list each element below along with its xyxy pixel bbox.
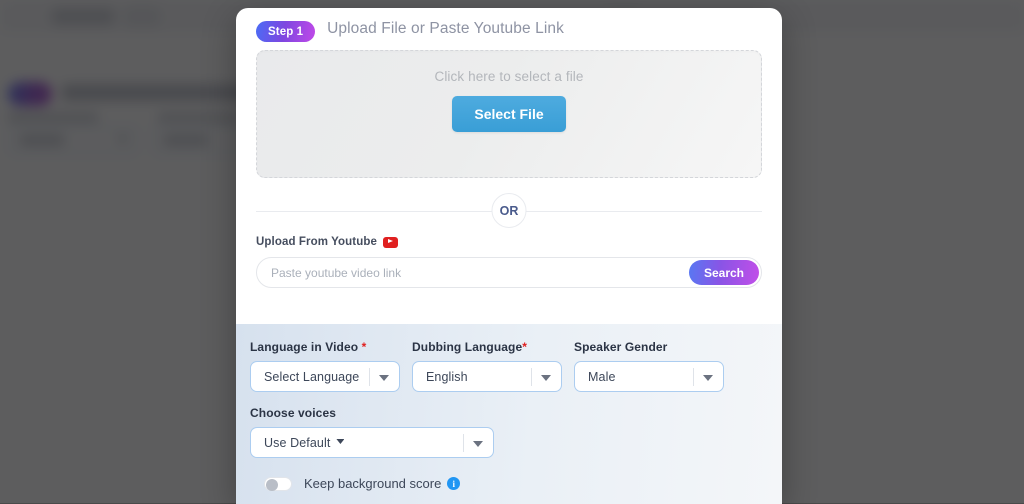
label-choose-voices: Choose voices xyxy=(250,406,762,420)
label-text-language-in-video: Language in Video xyxy=(250,340,358,354)
modal-header: Step 1 Upload File or Paste Youtube Link xyxy=(236,8,782,50)
field-language-in-video: Language in Video * Select Language xyxy=(250,340,400,392)
upload-modal: Step 1 Upload File or Paste Youtube Link… xyxy=(236,8,782,504)
language-fields-row: Language in Video * Select Language Dubb… xyxy=(250,340,762,392)
info-icon[interactable]: i xyxy=(447,477,460,490)
youtube-label-text: Upload From Youtube xyxy=(256,236,377,248)
youtube-search-button[interactable]: Search xyxy=(689,260,759,285)
field-speaker-gender: Speaker Gender Male xyxy=(574,340,724,392)
inline-chevron-down-icon xyxy=(336,439,344,444)
select-separator xyxy=(369,368,370,386)
chevron-down-icon[interactable] xyxy=(703,375,713,381)
select-separator xyxy=(531,368,532,386)
select-value-language-in-video: Select Language xyxy=(251,370,359,384)
select-choose-voices[interactable]: Use Default xyxy=(250,427,494,458)
or-divider: OR xyxy=(256,200,762,222)
select-value-choose-voices: Use Default xyxy=(251,436,330,450)
youtube-input-row: Search xyxy=(256,257,762,288)
required-asterisk: * xyxy=(358,340,366,354)
label-language-in-video: Language in Video * xyxy=(250,340,400,354)
required-asterisk: * xyxy=(522,340,527,354)
dropzone-hint-text: Click here to select a file xyxy=(434,69,583,84)
label-speaker-gender: Speaker Gender xyxy=(574,340,724,354)
toggle-label-text: Keep background score xyxy=(304,476,441,491)
field-choose-voices: Choose voices Use Default xyxy=(250,406,762,458)
youtube-link-input[interactable] xyxy=(256,257,762,288)
modal-title: Upload File or Paste Youtube Link xyxy=(327,20,564,38)
file-dropzone[interactable]: Click here to select a file Select File xyxy=(256,50,762,178)
chevron-down-icon[interactable] xyxy=(541,375,551,381)
select-dubbing-language[interactable]: English xyxy=(412,361,562,392)
keep-background-score-row: Keep background score i xyxy=(250,476,762,491)
select-language-in-video[interactable]: Select Language xyxy=(250,361,400,392)
select-separator xyxy=(693,368,694,386)
select-separator xyxy=(463,434,464,452)
select-value-speaker-gender: Male xyxy=(575,370,616,384)
chevron-down-icon[interactable] xyxy=(473,441,483,447)
youtube-icon xyxy=(383,237,398,248)
field-dubbing-language: Dubbing Language* English xyxy=(412,340,562,392)
label-text-dubbing-language: Dubbing Language xyxy=(412,340,522,354)
step-badge: Step 1 xyxy=(256,21,315,42)
modal-options-panel: Language in Video * Select Language Dubb… xyxy=(236,324,782,504)
select-file-button[interactable]: Select File xyxy=(452,96,565,132)
toggle-knob xyxy=(266,479,278,491)
keep-background-score-toggle[interactable] xyxy=(264,477,292,491)
or-divider-label: OR xyxy=(492,193,527,228)
keep-background-score-label: Keep background score i xyxy=(304,476,460,491)
select-value-dubbing-language: English xyxy=(413,370,468,384)
label-dubbing-language: Dubbing Language* xyxy=(412,340,562,354)
youtube-section: Upload From Youtube Search xyxy=(236,222,782,288)
select-speaker-gender[interactable]: Male xyxy=(574,361,724,392)
youtube-section-label: Upload From Youtube xyxy=(256,236,762,248)
dropzone-wrapper: Click here to select a file Select File xyxy=(236,50,782,178)
chevron-down-icon[interactable] xyxy=(379,375,389,381)
